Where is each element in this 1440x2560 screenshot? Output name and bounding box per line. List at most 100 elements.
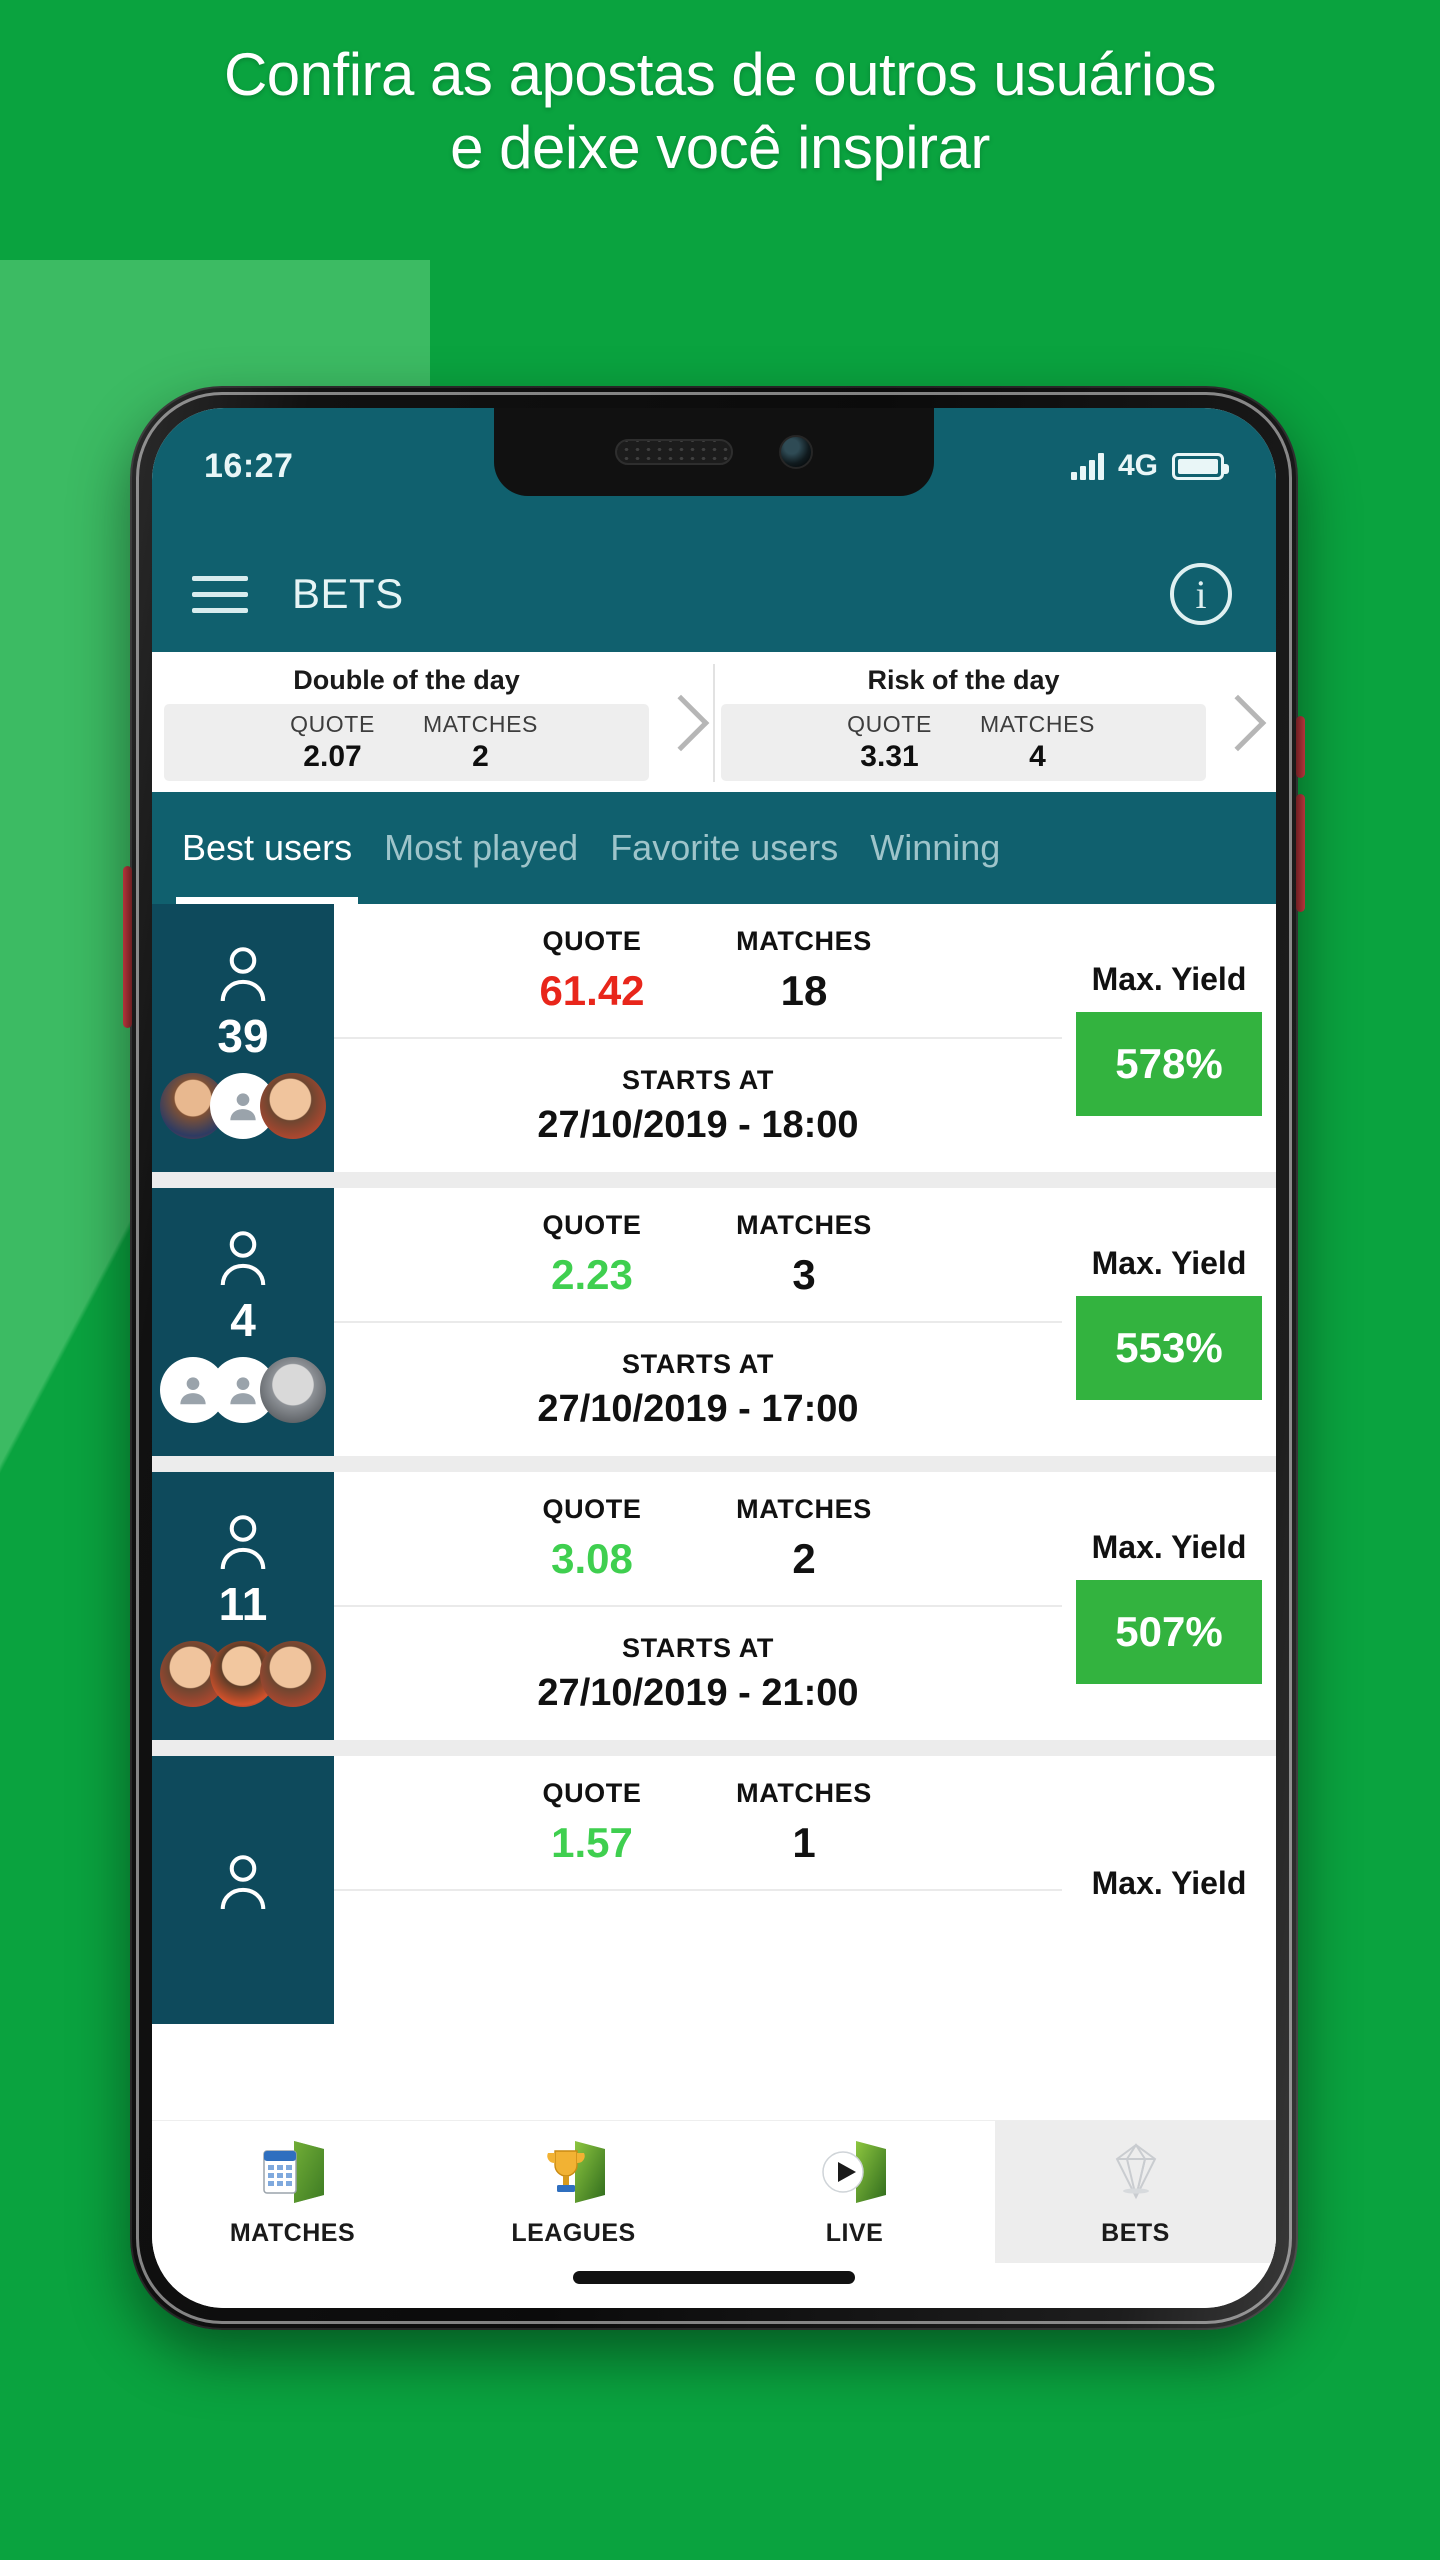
bet-starts-at-label: STARTS AT xyxy=(622,1348,774,1379)
bet-quote-label: QUOTE xyxy=(542,926,642,956)
bet-row[interactable]: 11 QUOTE 3.08 MATCHES 2 STARTS AT 27/10/… xyxy=(152,1472,1276,1740)
promo-cards-strip: Double of the day QUOTE 2.07 MATCHES 2 R… xyxy=(152,652,1276,792)
promo-matches-stat: MATCHES 4 xyxy=(979,711,1097,774)
bet-starts-at-value: 27/10/2019 - 17:00 xyxy=(537,1387,859,1430)
nav-label-matches: MATCHES xyxy=(229,2218,356,2247)
bet-quote: QUOTE 61.42 xyxy=(517,926,667,1015)
promo-matches-label: MATCHES xyxy=(423,711,538,737)
bet-user-count: 4 xyxy=(230,1294,256,1346)
tab-favorite-users[interactable]: Favorite users xyxy=(594,792,854,904)
bet-quote: QUOTE 2.23 xyxy=(517,1210,667,1299)
phone-notch xyxy=(494,408,934,496)
promo-card-stats: QUOTE 3.31 MATCHES 4 xyxy=(721,704,1206,781)
bet-users-panel: 39 xyxy=(152,904,334,1172)
bet-yield-badge: 507% xyxy=(1076,1579,1262,1684)
bet-avatars xyxy=(160,1073,326,1139)
bet-matches-label: MATCHES xyxy=(736,1778,872,1808)
bet-yield-label: Max. Yield xyxy=(1091,960,1247,997)
info-icon-glyph: i xyxy=(1195,571,1207,617)
avatar xyxy=(260,1357,326,1423)
tab-best-users[interactable]: Best users xyxy=(166,792,368,904)
bet-quote-label: QUOTE xyxy=(542,1778,642,1808)
phone-button-volume-up[interactable] xyxy=(1296,716,1305,778)
bet-row[interactable]: 4 QUOTE 2.23 MATCHES 3 STARTS AT 27/10/2… xyxy=(152,1188,1276,1456)
promo-quote-stat: QUOTE 2.07 xyxy=(274,711,392,774)
bet-quote-label: QUOTE xyxy=(542,1494,642,1524)
bet-users-panel: 4 xyxy=(152,1188,334,1456)
promo-matches-label: MATCHES xyxy=(980,711,1095,737)
phone-button-power[interactable] xyxy=(123,866,132,1028)
promo-headline-line1: Confira as apostas de outros usuários xyxy=(223,41,1217,108)
promo-card-double-of-the-day[interactable]: Double of the day QUOTE 2.07 MATCHES 2 xyxy=(158,664,713,782)
info-icon[interactable]: i xyxy=(1170,563,1232,625)
promo-quote-value: 2.07 xyxy=(303,740,362,773)
person-icon xyxy=(220,947,266,1002)
bet-yield-badge: 578% xyxy=(1076,1011,1262,1116)
promo-card-risk-of-the-day[interactable]: Risk of the day QUOTE 3.31 MATCHES 4 xyxy=(713,664,1270,782)
tab-winning[interactable]: Winning xyxy=(854,792,1016,904)
bet-avatars xyxy=(160,1357,326,1423)
bet-starts-at-value: 27/10/2019 - 21:00 xyxy=(537,1671,859,1714)
bet-matches-value: 18 xyxy=(780,967,828,1014)
bet-users-panel: 11 xyxy=(152,1472,334,1740)
bet-quote-value: 61.42 xyxy=(539,967,645,1014)
bet-matches: MATCHES 1 xyxy=(729,1778,879,1867)
promo-headline: Confira as apostas de outros usuários e … xyxy=(0,38,1440,184)
bet-row[interactable]: QUOTE 1.57 MATCHES 1 Max. Yield xyxy=(152,1756,1276,2024)
status-indicators: 4G xyxy=(1070,449,1229,483)
bet-quote: QUOTE 1.57 xyxy=(517,1778,667,1867)
bet-list[interactable]: 39 QUOTE 61.42 MATCHES 18 STARTS AT 27/1… xyxy=(152,904,1276,2024)
promo-card-stats: QUOTE 2.07 MATCHES 2 xyxy=(164,704,649,781)
bet-yield: Max. Yield 578% xyxy=(1062,904,1276,1172)
bet-yield-label: Max. Yield xyxy=(1091,1864,1247,1901)
bet-yield: Max. Yield xyxy=(1062,1756,1276,2024)
avatar xyxy=(260,1641,326,1707)
bet-details: QUOTE 3.08 MATCHES 2 STARTS AT 27/10/201… xyxy=(334,1472,1276,1740)
avatar xyxy=(260,1073,326,1139)
chevron-right-icon[interactable] xyxy=(652,694,710,752)
bet-yield-label: Max. Yield xyxy=(1091,1244,1247,1281)
promo-headline-line2: e deixe você inspirar xyxy=(450,114,990,182)
phone-mockup: 16:27 4G BETS i Double of the day QUOTE … xyxy=(123,386,1305,2330)
chevron-right-icon[interactable] xyxy=(1209,694,1267,752)
signal-bars-icon xyxy=(1070,452,1104,480)
bet-quote-value: 2.23 xyxy=(551,1251,633,1298)
bet-matches-value: 1 xyxy=(792,1819,816,1866)
phone-screen: 16:27 4G BETS i Double of the day QUOTE … xyxy=(152,408,1276,2308)
tab-most-played[interactable]: Most played xyxy=(368,792,594,904)
bet-details: QUOTE 2.23 MATCHES 3 STARTS AT 27/10/201… xyxy=(334,1188,1276,1456)
bet-user-count: 11 xyxy=(218,1578,268,1630)
bet-matches-label: MATCHES xyxy=(736,1210,872,1240)
front-camera-icon xyxy=(779,435,813,469)
phone-button-volume-down[interactable] xyxy=(1296,794,1305,912)
promo-quote-stat: QUOTE 3.31 xyxy=(831,711,949,774)
promo-card-title: Double of the day xyxy=(293,665,520,695)
bet-matches-value: 2 xyxy=(792,1535,816,1582)
promo-quote-label: QUOTE xyxy=(290,711,375,737)
home-indicator[interactable] xyxy=(573,2271,855,2284)
promo-card-title: Risk of the day xyxy=(867,665,1060,695)
nav-label-live: LIVE xyxy=(825,2218,884,2247)
nav-item-live[interactable]: LIVE xyxy=(714,2121,995,2263)
nav-item-bets[interactable]: BETS xyxy=(995,2121,1276,2263)
nav-item-leagues[interactable]: LEAGUES xyxy=(433,2121,714,2263)
bet-row[interactable]: 39 QUOTE 61.42 MATCHES 18 STARTS AT 27/1… xyxy=(152,904,1276,1172)
promo-matches-value: 2 xyxy=(472,740,489,773)
hamburger-menu-icon[interactable] xyxy=(192,575,248,613)
bet-matches-label: MATCHES xyxy=(736,926,872,956)
bet-matches: MATCHES 2 xyxy=(729,1494,879,1583)
bet-quote-value: 3.08 xyxy=(551,1535,633,1582)
bet-starts-at-value: 27/10/2019 - 18:00 xyxy=(537,1103,859,1146)
bet-starts-at-label: STARTS AT xyxy=(622,1064,774,1095)
bet-avatars xyxy=(160,1641,326,1707)
diamond-icon xyxy=(1097,2137,1175,2207)
bet-starts-at-label: STARTS AT xyxy=(622,1632,774,1663)
status-clock: 16:27 xyxy=(204,446,294,485)
nav-item-matches[interactable]: MATCHES xyxy=(152,2121,433,2263)
bet-yield: Max. Yield 553% xyxy=(1062,1188,1276,1456)
network-type-label: 4G xyxy=(1117,449,1158,482)
bet-yield-label: Max. Yield xyxy=(1091,1528,1247,1565)
bet-matches-value: 3 xyxy=(792,1251,816,1298)
bet-matches: MATCHES 18 xyxy=(729,926,879,1015)
bet-yield: Max. Yield 507% xyxy=(1062,1472,1276,1740)
